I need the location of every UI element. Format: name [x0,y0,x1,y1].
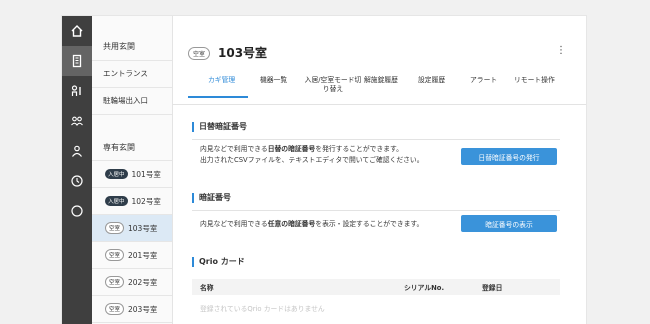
main-panel: 空室 103号室 ⋮ カギ管理 機器一覧 入居/空室モード切り替え 解施錠履歴 … [172,16,586,324]
home-icon[interactable] [62,16,92,46]
icon-rail [62,16,92,324]
column-header-name: 名称 [200,284,214,292]
clock-icon[interactable] [62,166,92,196]
status-badge: 空室 [188,47,211,60]
status-badge: 空室 [105,276,125,288]
column-header-serial: シリアルNo. [404,284,445,292]
daily-pin-note: 出力されたCSVファイルを、テキストエディタで開いてご確認ください。 [200,156,424,164]
room-label: 202号室 [128,277,158,287]
page-title: 103号室 [218,46,268,60]
pin-description: 内見などで利用できる任意の暗証番号を表示・設定することができます。 [200,220,424,228]
group-icon[interactable] [62,106,92,136]
sidebar-item-room-101[interactable]: 入居中 101号室 [92,161,172,188]
daily-pin-description: 内見などで利用できる日替の暗証番号を発行することができます。 [200,145,403,153]
tab-settings-history[interactable]: 設定履歴 [418,76,445,85]
sidebar-item-room-201[interactable]: 空室 201号室 [92,242,172,269]
divider [192,139,560,140]
room-sidebar: 共用玄関 エントランス 駐輪場出入口 専有玄関 入居中 101号室 入居中 10… [92,16,173,324]
active-tab-indicator [188,96,248,98]
tab-bar: カギ管理 機器一覧 入居/空室モード切り替え 解施錠履歴 設定履歴 アラート リ… [188,76,568,102]
sidebar-item-room-103[interactable]: 空室 103号室 [92,215,172,242]
status-badge: 空室 [105,222,125,234]
tab-alerts[interactable]: アラート [470,76,497,85]
tab-key-management[interactable]: カギ管理 [208,76,235,85]
divider [192,210,560,211]
room-label: 103号室 [128,223,158,233]
room-label: 201号室 [128,250,158,260]
show-pin-button[interactable]: 暗証番号の表示 [461,215,557,232]
sidebar-item-room-202[interactable]: 空室 202号室 [92,269,172,296]
sidebar-item-entrance[interactable]: エントランス [92,61,172,88]
section-title-qrio-card: Qrio カード [192,257,245,267]
column-header-date: 登録日 [482,284,503,292]
tab-lock-history[interactable]: 解施錠履歴 [364,76,398,85]
sidebar-item-room-102[interactable]: 入居中 102号室 [92,188,172,215]
shared-entrance-header: 共用玄関 [103,42,135,51]
tab-mode-switch[interactable]: 入居/空室モード切り替え [304,76,362,94]
status-badge: 入居中 [105,169,128,179]
room-label: 102号室 [131,196,161,206]
more-icon[interactable] [62,196,92,226]
more-menu-icon[interactable]: ⋮ [556,46,566,56]
sidebar-item-bicycle-gate[interactable]: 駐輪場出入口 [92,88,172,115]
app-window: 共用玄関 エントランス 駐輪場出入口 専有玄関 入居中 101号室 入居中 10… [62,16,586,324]
divider [172,104,586,105]
room-label: 101号室 [131,169,161,179]
room-label: 203号室 [128,304,158,314]
building-icon[interactable] [62,46,92,76]
status-badge: 空室 [105,303,125,315]
key-person-icon[interactable] [62,76,92,106]
sidebar-item-room-203[interactable]: 空室 203号室 [92,296,172,323]
private-entrance-header: 専有玄関 [103,143,135,152]
section-title-daily-pin: 日替暗証番号 [192,122,247,132]
status-badge: 空室 [105,249,125,261]
person-icon[interactable] [62,136,92,166]
table-header: 名称 シリアルNo. 登録日 [192,279,560,295]
status-badge: 入居中 [105,196,128,206]
issue-daily-pin-button[interactable]: 日替暗証番号の発行 [461,148,557,165]
empty-table-message: 登録されているQrio カードはありません [200,305,325,313]
tab-remote-control[interactable]: リモート操作 [514,76,555,85]
section-title-pin: 暗証番号 [192,193,231,203]
tab-devices[interactable]: 機器一覧 [260,76,287,85]
